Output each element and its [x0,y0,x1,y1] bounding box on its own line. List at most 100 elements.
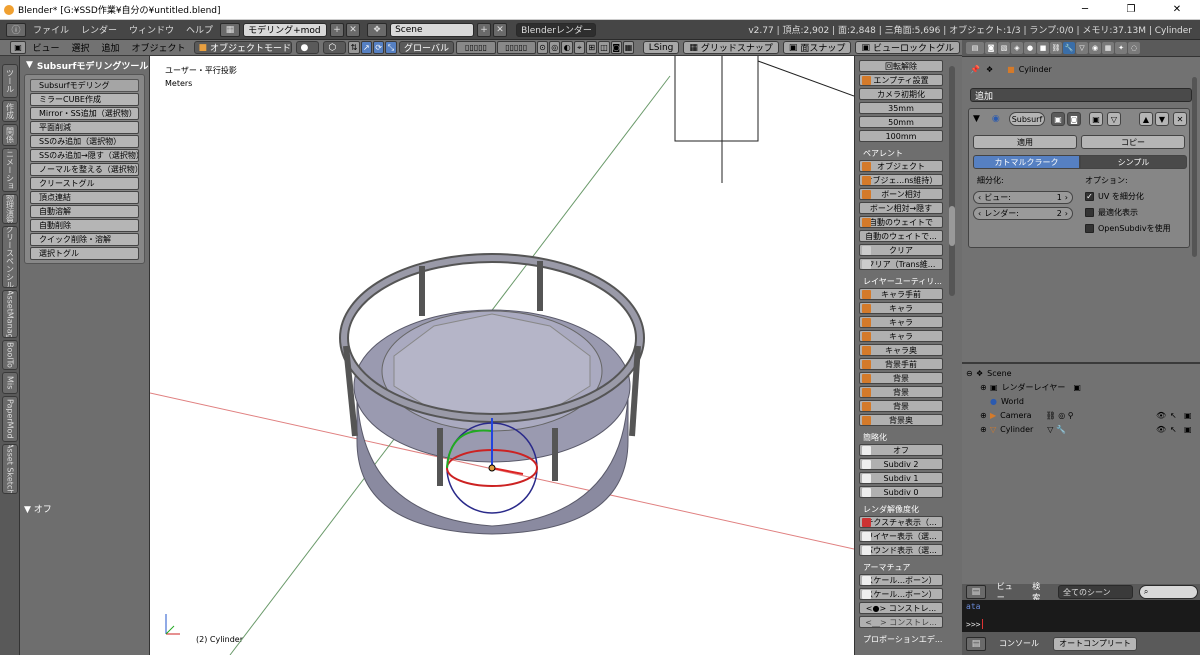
decrement-arrow-icon[interactable]: ‹ [978,193,981,202]
collapse-arrow-icon[interactable]: ▼ [973,114,980,124]
outliner-row-camera[interactable]: ⊕ ▶ Camera ⛓ ◎ ⚲ 👁 ↖ ▣ [962,408,1200,422]
np-button[interactable]: キャラ [859,302,943,314]
menu-render[interactable]: レンダー [75,23,123,36]
outliner-row-world[interactable]: ● World [962,394,1200,408]
snap-icon[interactable]: ⌖ [573,41,586,54]
pin-icon[interactable]: 📌 [970,65,980,74]
np-button[interactable]: テクスチャ表示（... [859,516,943,528]
np-button[interactable]: ボーン相対 [859,188,943,200]
view-levels-field[interactable]: ‹ ビュー: 1 › [973,191,1073,204]
editor-type-icon[interactable]: ▤ [966,585,986,599]
object-tab-icon[interactable]: ■ [1037,42,1049,54]
tool-button[interactable]: SSのみ追加→隠す（選択物） [30,149,139,162]
outliner-row-renderlayer[interactable]: ⊕ ▣ レンダーレイヤー ▣ [962,380,1200,394]
modifier-name-field[interactable]: Subsurf [1009,112,1045,126]
optimal-display-checkbox[interactable]: 最適化表示 [1085,207,1138,218]
camera-render-icon[interactable]: ◙ [610,41,622,54]
tool-button[interactable]: 頂点連結 [30,191,139,204]
viewport-3d[interactable]: ユーザー・平行投影 Meters (2) Cylinder [150,56,854,655]
tool-button[interactable]: Mirror・SS追加（選択物） [30,107,139,120]
np-button[interactable]: 背景 [859,386,943,398]
menu-add[interactable]: 追加 [95,41,125,54]
apply-button[interactable]: 適用 [973,135,1077,149]
tab-asset-sketch[interactable]: Asset Sketch [2,444,18,494]
properties-scrollbar[interactable] [1192,77,1197,257]
scene-selector[interactable]: Scene [390,22,475,37]
editor-type-icon[interactable]: ▤ [966,42,984,54]
np-button[interactable]: 自動のウェイトで... [859,230,943,242]
tab-grease-pencil[interactable]: グリースペンシル [2,226,18,288]
scene-icon[interactable]: ❖ [367,22,388,37]
display-mode-selector[interactable]: 全てのシーン [1058,585,1133,599]
remove-scene-icon[interactable]: ✕ [493,22,508,37]
np-button[interactable]: Subdiv 2 [859,458,943,470]
np-button[interactable]: クリア [859,244,943,256]
operator-panel-header[interactable]: ▼ オフ [24,502,52,515]
np-button[interactable]: ボーン相対→隠す [859,202,943,214]
np-button[interactable]: <●> コンストレ... [859,602,943,614]
np-button[interactable]: オフ [859,444,943,456]
simple-toggle[interactable]: シンプル [1080,155,1187,169]
renderable-icon[interactable]: ▣ [1184,411,1192,420]
tool-button[interactable]: SSのみ追加（選択物） [30,135,139,148]
np-button[interactable]: Subdiv 0 [859,486,943,498]
uv-subdivide-checkbox[interactable]: ✓ UV を細分化 [1085,191,1144,202]
rotate-icon[interactable]: ⟳ [372,41,385,54]
np-button[interactable]: 100mm [859,130,943,142]
np-button[interactable]: 回転解除 [859,60,943,72]
shading-selector[interactable]: ● [295,41,320,54]
grid-snap-button[interactable]: ▦ グリッドスナップ [683,41,779,54]
tab-physics[interactable]: 物理演算 [2,194,18,224]
np-button[interactable]: 自動のウェイトで [859,216,943,228]
minimize-button[interactable]: ─ [1062,0,1108,20]
layer-grid2-icon[interactable]: ▯▯▯▯▯ [496,41,536,54]
render-icon[interactable]: ◎ [549,41,561,54]
layer-grid-icon[interactable]: ▯▯▯▯▯ [456,41,496,54]
copy-button[interactable]: コピー [1081,135,1185,149]
translate-icon[interactable]: ↗ [360,41,372,54]
pivot-selector[interactable]: ⬡ [323,41,346,54]
np-button[interactable]: スケール...ボーン） [859,574,943,586]
increment-arrow-icon[interactable]: › [1065,209,1068,218]
np-button[interactable]: エンプティ設置 [859,74,943,86]
move-up-icon[interactable]: ▲ [1139,112,1153,126]
modifiers-tab-icon[interactable]: 🔧 [1063,42,1075,54]
snap-target-icon[interactable]: ◫ [598,41,610,54]
expand-arrow-icon[interactable]: ⊕ [980,383,990,392]
menu-file[interactable]: ファイル [27,23,75,36]
data-tab-icon[interactable]: ▽ [1076,42,1088,54]
view-lock-toggle-button[interactable]: ▣ ビューロックトグル [855,41,960,54]
editmode-toggle-icon[interactable]: ▣ [1051,112,1065,126]
catmull-clark-toggle[interactable]: カトマルクラーク [973,155,1080,169]
scene-tab-icon[interactable]: ◈ [1011,42,1023,54]
remove-modifier-icon[interactable]: ✕ [1173,112,1187,126]
tab-misc[interactable]: Mis [2,372,18,394]
menu-help[interactable]: ヘルプ [180,23,219,36]
render-toggle-icon[interactable]: ◙ [1067,112,1081,126]
constraints-tab-icon[interactable]: ⛓ [1050,42,1062,54]
python-console[interactable]: ata >>> [962,600,1200,632]
tab-create[interactable]: 作成 [2,100,18,122]
menu-window[interactable]: ウィンドウ [123,23,180,36]
menu-console[interactable]: コンソール [999,638,1039,649]
render-tab-icon[interactable]: ◙ [985,42,997,54]
mode-selector[interactable]: ■ オブジェクトモード [193,41,292,54]
tab-booltool[interactable]: BoolTo [2,340,18,370]
outliner-row-scene[interactable]: ⊖ ❖ Scene [962,366,1200,380]
opensubdiv-checkbox[interactable]: OpenSubdivを使用 [1085,223,1171,234]
np-button[interactable]: オブジェ...ns維持） [859,174,943,186]
opengl-render-icon[interactable]: ▦ [622,41,635,54]
tool-button[interactable]: クイック削除・溶解 [30,233,139,246]
np-button[interactable]: キャラ [859,330,943,342]
add-layout-icon[interactable]: + [330,22,345,37]
selectable-icon[interactable]: ↖ [1170,425,1177,434]
physics-tab-icon[interactable]: ◌ [1128,42,1140,54]
tool-button[interactable]: クリーストグル [30,177,139,190]
decrement-arrow-icon[interactable]: ‹ [978,209,981,218]
tab-papermodel[interactable]: PaperMod [2,396,18,442]
menu-select[interactable]: 選択 [65,41,95,54]
menu-object[interactable]: オブジェクト [126,41,192,54]
tool-button[interactable]: ミラーCUBE作成 [30,93,139,106]
np-button[interactable]: 背景 [859,372,943,384]
tab-asset-manager[interactable]: AssetManag [2,290,18,338]
